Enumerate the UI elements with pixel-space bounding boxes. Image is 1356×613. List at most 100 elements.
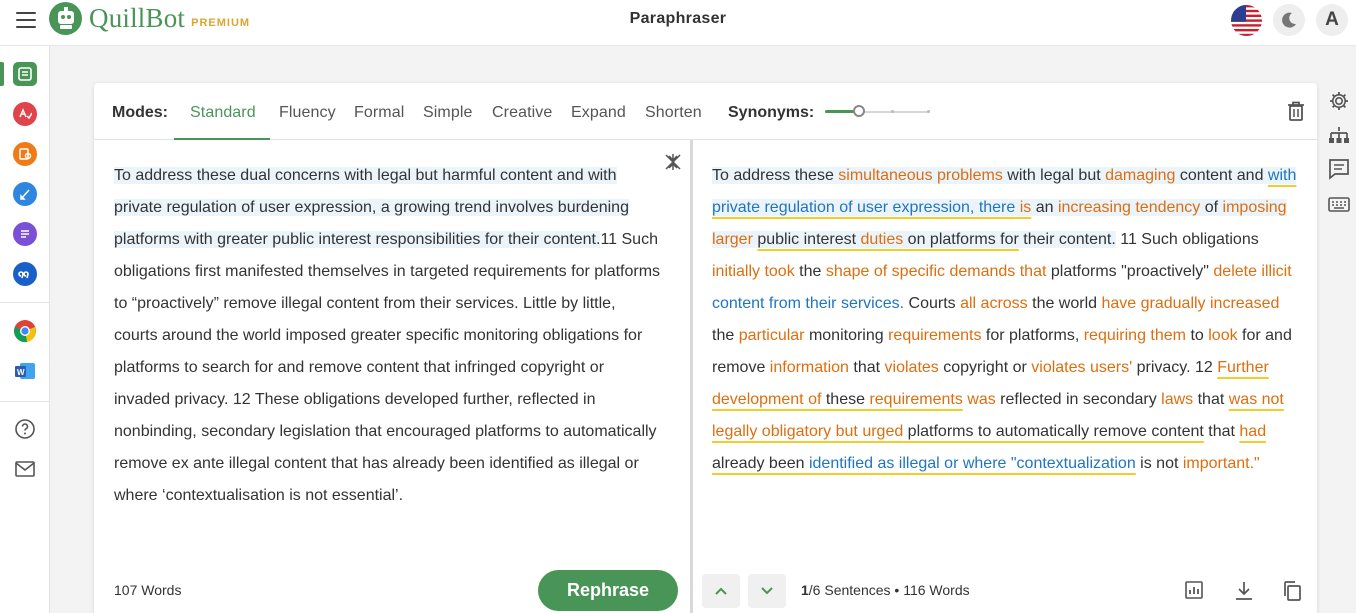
output-segment: public interest [757,231,861,248]
output-segment: for platforms, [981,327,1084,344]
output-segment[interactable]: information [770,359,849,376]
output-text-area[interactable]: To address these simultaneous problems w… [712,160,1298,480]
output-segment: copyright or [938,359,1032,376]
output-segment[interactable]: had [1239,423,1266,440]
output-segment: the world [1027,295,1102,312]
compare-modes-icon[interactable] [1328,125,1350,150]
mode-tab-simple[interactable]: Simple [423,104,473,122]
output-segment[interactable]: all across [960,295,1028,312]
output-segment: that [1193,391,1229,408]
moon-icon [1282,12,1296,28]
output-segment: already been [712,455,809,472]
keyboard-shortcuts-icon[interactable] [1328,196,1350,219]
output-segment[interactable]: requirements [888,327,981,344]
next-sentence-button[interactable] [748,574,786,608]
output-segment[interactable]: legally obligatory but urged [712,423,903,440]
output-segment[interactable]: was not [1229,391,1284,408]
account-avatar[interactable]: A [1316,4,1348,36]
co-writer-icon[interactable] [13,182,37,206]
output-segment: platforms "proactively" [1046,263,1214,280]
output-segment[interactable]: requirements [869,391,962,408]
output-segment[interactable]: increasing [1057,199,1131,216]
output-segment[interactable]: delete illicit [1213,263,1291,280]
svg-text:W: W [17,368,25,377]
grammar-checker-icon[interactable] [13,102,37,126]
language-flag-icon[interactable] [1231,4,1262,36]
output-segment[interactable]: was [967,391,995,408]
output-segment[interactable]: initially took [712,263,795,280]
synonyms-slider-tick [891,110,894,113]
chrome-extension-icon[interactable] [13,319,37,343]
output-segment: Courts [904,295,961,312]
synonyms-slider-handle[interactable] [853,105,865,117]
mode-tab-expand[interactable]: Expand [571,104,626,122]
output-segment[interactable]: identified as illegal or where "contextu… [809,455,1136,472]
paraphrase-history-icon[interactable] [1328,158,1350,185]
output-segment[interactable]: violates [885,359,939,376]
word-addin-icon[interactable]: W [13,359,37,383]
chevron-up-icon [715,587,727,595]
paraphraser-icon[interactable] [13,62,37,86]
tools-sidebar: W [0,46,50,613]
plagiarism-checker-icon[interactable] [13,142,37,166]
mode-tab-fluency[interactable]: Fluency [279,104,336,122]
sentence-counter: /6 Sentences [808,582,891,598]
output-segment[interactable]: requiring them [1084,327,1186,344]
active-mode-underline [174,138,270,140]
output-segment[interactable]: laws [1161,391,1193,408]
output-segment: with legal but [1002,167,1106,184]
output-segment: and [1232,167,1268,184]
copy-icon[interactable] [1282,580,1302,607]
summarizer-icon[interactable] [13,222,37,246]
output-segment: on platforms for [903,231,1019,248]
citation-generator-icon[interactable] [13,262,37,286]
active-indicator [0,62,4,86]
brand-name: QuillBot [89,3,186,33]
mode-tab-shorten[interactable]: Shorten [645,104,702,122]
output-segment[interactable]: have gradually increased [1101,295,1279,312]
menu-icon[interactable] [16,12,36,28]
settings-gear-icon[interactable] [1328,90,1350,117]
sidebar-divider [0,302,50,303]
bullet-separator: • [894,582,900,598]
sentence-counter-current: 1 [801,582,809,598]
mail-icon[interactable] [13,457,37,481]
mode-tab-standard[interactable]: Standard [190,104,256,122]
mode-tab-creative[interactable]: Creative [492,104,552,122]
statistics-icon[interactable] [1184,580,1204,605]
output-segment[interactable]: violates users' [1031,359,1132,376]
output-segment[interactable]: shape of specific demands that [826,263,1047,280]
panel-divider[interactable] [690,140,693,613]
logo[interactable]: QuillBot PREMIUM [49,2,250,35]
output-segment[interactable]: tendency [1135,199,1201,216]
dark-mode-toggle[interactable] [1273,4,1305,36]
output-segment[interactable]: duties [860,231,904,248]
output-segment[interactable]: look [1208,327,1237,344]
download-icon[interactable] [1234,580,1254,607]
quillbot-robot-icon [49,2,82,35]
output-segment[interactable]: particular [739,327,805,344]
output-segment[interactable]: simultaneous problems [838,167,1003,184]
output-segment: monitoring [804,327,889,344]
freeze-words-icon[interactable] [663,152,683,177]
input-text-area[interactable]: To address these dual concerns with lega… [114,160,662,512]
paraphraser-panel: Modes: Standard Fluency Formal Simple Cr… [94,83,1317,613]
output-segment: To address these [712,167,839,184]
highlighted-sentence: To address these dual concerns with lega… [114,167,629,248]
output-segment: reflected in secondary [995,391,1162,408]
output-segment: their content. [1018,231,1116,248]
help-icon[interactable] [13,417,37,441]
mode-tab-formal[interactable]: Formal [354,104,404,122]
rephrase-button[interactable]: Rephrase [538,570,678,611]
output-segment[interactable]: damaging [1105,167,1176,184]
previous-sentence-button[interactable] [702,574,740,608]
modes-label: Modes: [112,104,168,121]
output-segment: 11 Such obligations [1115,231,1259,248]
output-segment: of [1200,199,1223,216]
output-segment[interactable]: content from their services. [712,295,904,312]
input-text-rest: 11 Such obligations first manifested the… [114,231,661,504]
trash-icon[interactable] [1286,100,1306,127]
output-segment: to [1186,327,1209,344]
output-segment[interactable]: important." [1183,455,1260,472]
output-segment[interactable]: is [1015,199,1032,216]
